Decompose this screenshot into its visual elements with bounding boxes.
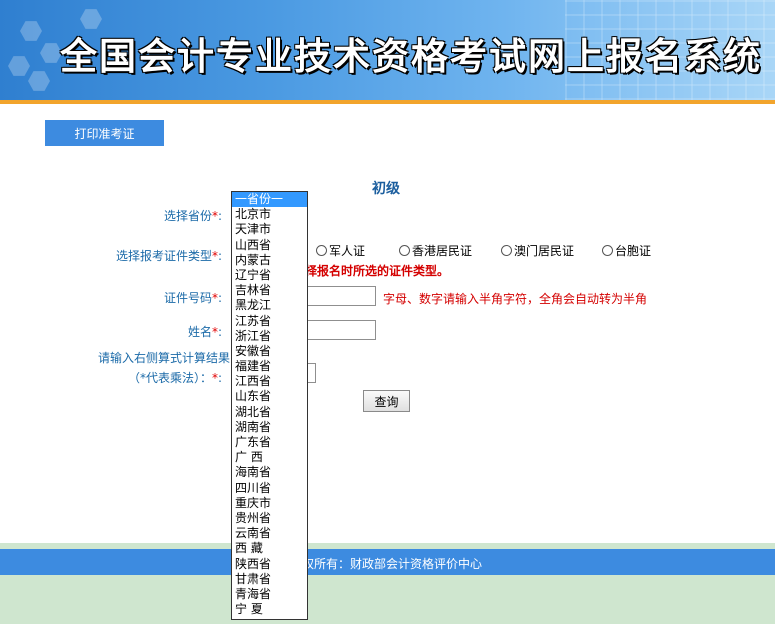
query-button[interactable]: 查询 <box>363 390 410 412</box>
radio-taiwan-compatriot[interactable]: 台胞证 <box>602 242 651 259</box>
print-admission-ticket-button[interactable]: 打印准考证 <box>45 120 164 146</box>
radio-hk-resident[interactable]: 香港居民证 <box>399 242 472 259</box>
province-option[interactable]: 安徽省 <box>232 344 307 359</box>
province-option[interactable]: 福建省 <box>232 359 307 374</box>
calc-label-line2: （*代表乘法）：*: <box>128 371 223 385</box>
radio-circle[interactable] <box>501 245 512 256</box>
province-option[interactable]: 云南省 <box>232 526 307 541</box>
radio-military-id[interactable]: 军人证 <box>316 242 365 259</box>
dropdown-placeholder-option[interactable]: 一省份一 <box>232 192 307 208</box>
province-option[interactable]: 天津市 <box>232 222 307 237</box>
province-option[interactable]: 浙江省 <box>232 329 307 344</box>
province-option[interactable]: 辽宁省 <box>232 268 307 283</box>
province-option[interactable]: 海南省 <box>232 465 307 480</box>
province-label: 选择省份*: <box>164 209 223 223</box>
id-type-warning: 择报名时所选的证件类型。 <box>305 264 450 278</box>
id-number-hint: 字母、数字请输入半角字符，全角会自动转为半角 <box>383 292 648 306</box>
province-option[interactable]: 江苏省 <box>232 314 307 329</box>
province-option[interactable]: 青海省 <box>232 587 307 602</box>
calc-label-line1: 请输入右侧算式计算结果 <box>98 351 231 365</box>
id-number-input[interactable] <box>300 286 376 306</box>
exam-level-title: 初级 <box>372 181 400 197</box>
province-option[interactable]: 山西省 <box>232 238 307 253</box>
province-option[interactable]: 广 西 <box>232 450 307 465</box>
id-number-label: 证件号码*: <box>164 291 223 305</box>
province-option[interactable]: 内蒙古 <box>232 253 307 268</box>
province-option[interactable]: 重庆市 <box>232 496 307 511</box>
system-title: 全国会计专业技术资格考试网上报名系统 <box>60 34 762 78</box>
province-option[interactable]: 陕西省 <box>232 557 307 572</box>
radio-circle[interactable] <box>316 245 327 256</box>
province-option[interactable]: 广东省 <box>232 435 307 450</box>
province-option[interactable]: 黑龙江 <box>232 298 307 313</box>
name-input[interactable] <box>300 320 376 340</box>
province-option[interactable]: 北京市 <box>232 207 307 222</box>
province-option[interactable]: 山东省 <box>232 389 307 404</box>
header-divider <box>0 100 775 104</box>
province-option[interactable]: 湖北省 <box>232 405 307 420</box>
name-label: 姓名*: <box>188 325 223 339</box>
header-banner: 全国会计专业技术资格考试网上报名系统 <box>0 0 775 100</box>
radio-macau-resident[interactable]: 澳门居民证 <box>501 242 574 259</box>
province-option[interactable]: 四川省 <box>232 481 307 496</box>
province-option[interactable]: 江西省 <box>232 374 307 389</box>
province-option[interactable]: 吉林省 <box>232 283 307 298</box>
id-type-label: 选择报考证件类型*: <box>116 249 223 263</box>
province-option[interactable]: 贵州省 <box>232 511 307 526</box>
province-dropdown-list[interactable]: 一省份一 北京市 天津市 山西省 内蒙古 辽宁省 吉林省 黑龙江 江苏省 浙江省… <box>231 191 308 620</box>
province-option[interactable]: 湖南省 <box>232 420 307 435</box>
province-option[interactable]: 西 藏 <box>232 541 307 556</box>
province-option[interactable]: 甘肃省 <box>232 572 307 587</box>
province-option[interactable]: 宁 夏 <box>232 602 307 617</box>
radio-circle[interactable] <box>602 245 613 256</box>
copyright-text: 权所有：财政部会计资格评价中心 <box>302 557 483 571</box>
radio-circle[interactable] <box>399 245 410 256</box>
